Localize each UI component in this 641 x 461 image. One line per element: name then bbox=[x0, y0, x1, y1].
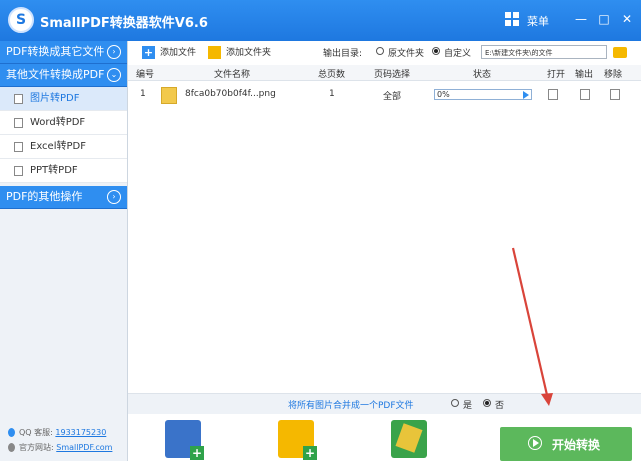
app-title: SmallPDF转换器软件V6.6 bbox=[40, 16, 208, 31]
site-link[interactable]: SmallPDF.com bbox=[56, 443, 112, 452]
custom-folder-radio[interactable] bbox=[432, 47, 440, 55]
col-page-range: 页码选择 bbox=[374, 70, 411, 80]
progress-bar: 0% bbox=[434, 89, 532, 100]
sidebar-footer: QQ 客服: 1933175230 官方网站: SmallPDF.com bbox=[8, 427, 112, 453]
row-filename: 8fca0b70b0f4f...png bbox=[185, 89, 276, 99]
custom-folder-label: 自定义 bbox=[444, 49, 472, 59]
close-button[interactable]: ✕ bbox=[618, 10, 636, 28]
sidebar: PDF转换成其它文件 › 其他文件转换成PDF ⌄ 图片转PDF Word转PD… bbox=[0, 41, 128, 461]
add-file-label: 添加文件 bbox=[160, 48, 197, 58]
col-index: 编号 bbox=[136, 70, 155, 80]
add-file-icon: + bbox=[142, 46, 155, 59]
bottom-bar: + + 开始转换 bbox=[128, 414, 641, 461]
excel-file-icon bbox=[14, 142, 23, 152]
start-convert-button[interactable]: 开始转换 bbox=[500, 427, 632, 461]
start-convert-label: 开始转换 bbox=[552, 438, 601, 452]
original-folder-radio[interactable] bbox=[376, 47, 384, 55]
sidebar-section-other-to-pdf[interactable]: 其他文件转换成PDF ⌄ bbox=[0, 64, 127, 87]
col-remove: 移除 bbox=[604, 70, 623, 80]
sidebar-section-other-operations[interactable]: PDF的其他操作 › bbox=[0, 186, 127, 209]
add-folder-label: 添加文件夹 bbox=[226, 48, 272, 58]
add-file-button[interactable]: + 添加文件 bbox=[142, 46, 196, 60]
sidebar-item-label: Excel转PDF bbox=[30, 141, 86, 152]
chevron-right-icon: › bbox=[107, 190, 121, 204]
minimize-button[interactable]: — bbox=[572, 10, 590, 28]
qq-label: QQ 客服: bbox=[19, 428, 53, 437]
col-status: 状态 bbox=[473, 70, 492, 80]
sidebar-item-ppt-to-pdf[interactable]: PPT转PDF bbox=[0, 159, 127, 183]
open-file-icon[interactable] bbox=[548, 89, 558, 100]
table-row[interactable]: 1 8fca0b70b0f4f...png 1 全部 0% bbox=[128, 83, 641, 107]
sidebar-item-label: 图片转PDF bbox=[30, 93, 80, 104]
merge-yes-label: 是 bbox=[463, 401, 473, 411]
image-file-icon bbox=[14, 94, 23, 104]
logo-letter: S bbox=[15, 12, 27, 28]
merge-no-label: 否 bbox=[495, 401, 505, 411]
qq-icon bbox=[8, 428, 15, 437]
output-file-icon[interactable] bbox=[580, 89, 590, 100]
menu-button[interactable]: 菜单 bbox=[527, 13, 549, 29]
row-pages: 1 bbox=[329, 89, 335, 99]
progress-text: 0% bbox=[437, 90, 450, 99]
add-folder-button[interactable]: 添加文件夹 bbox=[208, 46, 271, 60]
col-open: 打开 bbox=[547, 70, 566, 80]
add-file-large-icon[interactable]: + bbox=[165, 420, 204, 460]
menu-grid-icon[interactable] bbox=[505, 12, 519, 26]
qq-number-link[interactable]: 1933175230 bbox=[55, 428, 106, 437]
sidebar-section-label: 其他文件转换成PDF bbox=[6, 68, 105, 81]
sidebar-item-label: Word转PDF bbox=[30, 117, 86, 128]
sidebar-item-label: PPT转PDF bbox=[30, 165, 78, 176]
play-circle-icon bbox=[528, 436, 542, 450]
col-output: 输出 bbox=[575, 70, 594, 80]
row-page-range[interactable]: 全部 bbox=[383, 89, 401, 102]
play-icon[interactable] bbox=[523, 91, 529, 99]
sidebar-section-label: PDF转换成其它文件 bbox=[6, 45, 105, 58]
chevron-right-icon: › bbox=[107, 45, 121, 59]
row-index: 1 bbox=[140, 89, 146, 99]
sidebar-section-pdf-to-other[interactable]: PDF转换成其它文件 › bbox=[0, 41, 127, 64]
maximize-button[interactable]: □ bbox=[595, 10, 613, 28]
sidebar-section-label: PDF的其他操作 bbox=[6, 190, 83, 203]
add-folder-large-icon[interactable]: + bbox=[278, 420, 317, 460]
output-dir-label: 输出目录: bbox=[323, 49, 363, 59]
browse-folder-icon[interactable] bbox=[613, 47, 627, 58]
sidebar-item-image-to-pdf[interactable]: 图片转PDF bbox=[0, 87, 127, 111]
merge-no-radio[interactable] bbox=[483, 399, 491, 407]
merge-bar: 将所有图片合并成一个PDF文件 是 否 bbox=[128, 393, 641, 414]
col-pages: 总页数 bbox=[318, 70, 346, 80]
sidebar-item-word-to-pdf[interactable]: Word转PDF bbox=[0, 111, 127, 135]
toolbar: + 添加文件 添加文件夹 输出目录: 原文件夹 自定义 E:\新建文件夹\的文件 bbox=[128, 41, 641, 66]
website-icon bbox=[8, 443, 15, 452]
table-header: 编号 文件名称 总页数 页码选择 状态 打开 输出 移除 bbox=[128, 65, 641, 81]
merge-yes-radio[interactable] bbox=[451, 399, 459, 407]
col-filename: 文件名称 bbox=[214, 70, 251, 80]
image-thumbnail-icon bbox=[161, 87, 177, 104]
title-bar: S SmallPDF转换器软件V6.6 菜单 — □ ✕ bbox=[0, 0, 641, 41]
output-path-field[interactable]: E:\新建文件夹\的文件 bbox=[481, 45, 607, 59]
add-folder-icon bbox=[208, 46, 221, 59]
sidebar-item-excel-to-pdf[interactable]: Excel转PDF bbox=[0, 135, 127, 159]
site-label: 官方网站: bbox=[19, 443, 54, 452]
app-logo-icon: S bbox=[8, 7, 34, 33]
merge-option-text: 将所有图片合并成一个PDF文件 bbox=[288, 401, 414, 411]
trash-icon[interactable] bbox=[610, 89, 620, 100]
word-file-icon bbox=[14, 118, 23, 128]
clear-list-broom-icon[interactable] bbox=[391, 420, 427, 458]
original-folder-label: 原文件夹 bbox=[388, 49, 425, 59]
chevron-down-icon: ⌄ bbox=[107, 68, 121, 82]
ppt-file-icon bbox=[14, 166, 23, 176]
